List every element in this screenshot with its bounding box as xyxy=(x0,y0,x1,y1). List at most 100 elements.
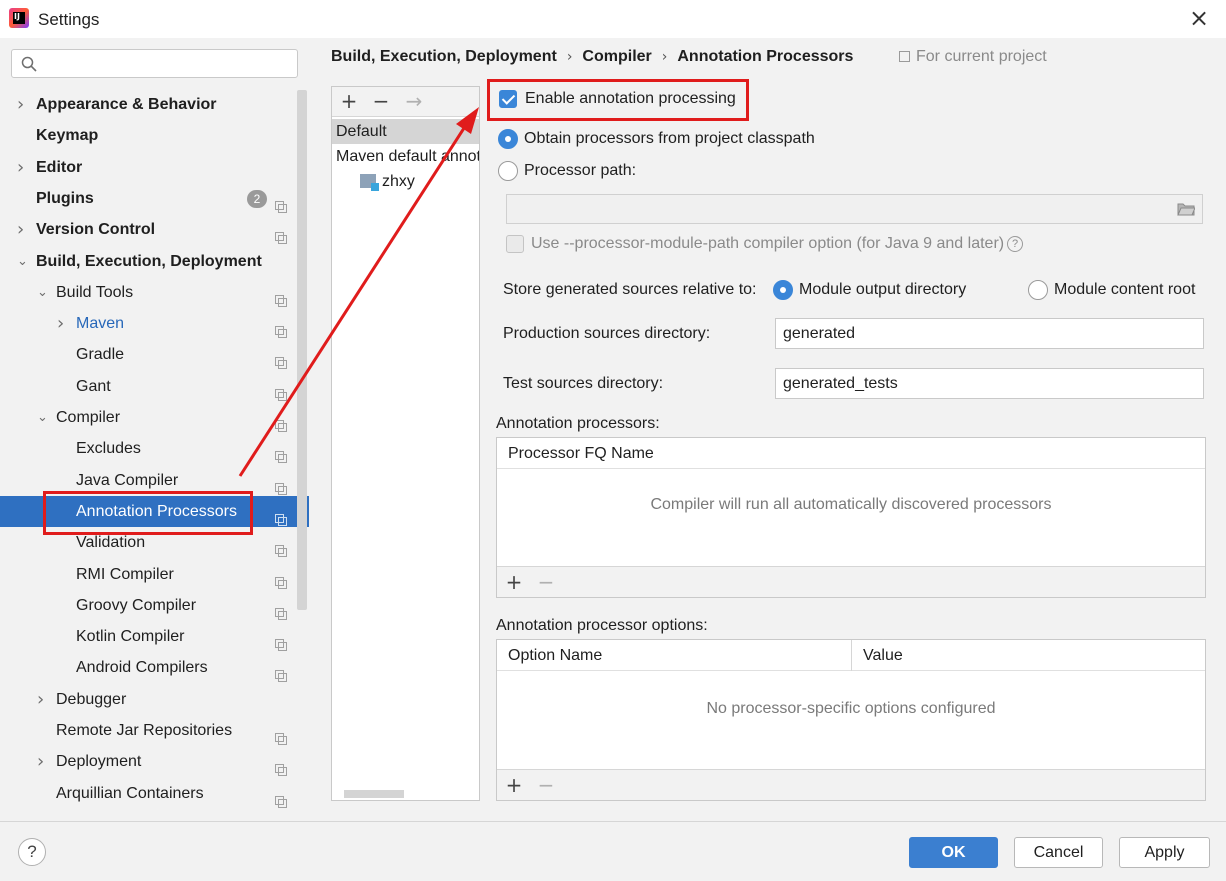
production-sources-input[interactable]: generated xyxy=(775,318,1204,349)
chevron-right-icon[interactable]: › xyxy=(17,214,31,245)
sidebar-item[interactable]: Plugins 2 xyxy=(0,183,309,214)
chevron-right-icon: › xyxy=(661,49,668,65)
folder-icon[interactable] xyxy=(1177,202,1195,216)
profile-item-maven[interactable]: Maven default annotation processors prof… xyxy=(332,144,479,169)
add-processor-button[interactable]: + xyxy=(503,570,525,594)
remove-option-button[interactable]: − xyxy=(535,773,557,797)
chevron-down-icon[interactable]: ⌄ xyxy=(37,277,51,308)
sidebar-item[interactable]: ⌄ Build, Execution, Deployment xyxy=(0,246,309,277)
sidebar-item[interactable]: Kotlin Compiler xyxy=(0,621,309,652)
sidebar-item[interactable]: RMI Compiler xyxy=(0,559,309,590)
add-profile-button[interactable]: + xyxy=(338,89,360,113)
chevron-down-icon[interactable]: ⌄ xyxy=(37,402,51,433)
chevron-down-icon[interactable]: ⌄ xyxy=(17,246,31,277)
project-scope-icon xyxy=(275,224,287,244)
obtain-classpath-radio[interactable] xyxy=(498,129,518,149)
sidebar-item[interactable]: Java Compiler xyxy=(0,465,309,496)
processor-path-radio[interactable] xyxy=(498,161,518,181)
enable-annotation-processing-checkbox[interactable] xyxy=(499,90,517,108)
search-icon xyxy=(21,56,37,72)
module-content-label: Module content root xyxy=(1054,281,1196,298)
sidebar-item-label: Arquillian Containers xyxy=(56,785,204,802)
breadcrumb-item: Annotation Processors xyxy=(677,48,854,65)
sidebar-item-label: Kotlin Compiler xyxy=(76,628,185,645)
sidebar-item[interactable]: › Appearance & Behavior xyxy=(0,89,309,120)
move-profile-button[interactable]: → xyxy=(403,89,425,113)
sidebar-item[interactable]: Groovy Compiler xyxy=(0,590,309,621)
sidebar-item[interactable]: › Deployment xyxy=(0,746,309,777)
help-button[interactable]: ? xyxy=(18,838,46,866)
sidebar-item[interactable]: Android Compilers xyxy=(0,652,309,683)
ok-button[interactable]: OK xyxy=(909,837,998,868)
sidebar-item[interactable]: Annotation Processors xyxy=(0,496,309,527)
add-option-button[interactable]: + xyxy=(503,773,525,797)
profile-label: Default xyxy=(336,123,387,140)
processor-path-input[interactable] xyxy=(506,194,1203,224)
sidebar-item[interactable]: Excludes xyxy=(0,433,309,464)
test-sources-input[interactable]: generated_tests xyxy=(775,368,1204,399)
content-panel: Build, Execution, Deployment › Compiler › An… xyxy=(309,38,1226,821)
project-scope-icon xyxy=(275,412,287,432)
module-output-label: Module output directory xyxy=(799,281,967,298)
profiles-scrollbar[interactable] xyxy=(344,790,404,798)
sidebar-item[interactable]: › Debugger xyxy=(0,684,309,715)
value-header[interactable]: Value xyxy=(863,640,903,671)
sidebar-item-label: RMI Compiler xyxy=(76,566,174,583)
sidebar-item-label: Plugins xyxy=(36,190,94,207)
project-scope-icon xyxy=(275,287,287,307)
project-scope-icon xyxy=(275,349,287,369)
option-name-header[interactable]: Option Name xyxy=(508,640,602,671)
sidebar-item-label: Annotation Processors xyxy=(76,503,237,520)
profile-item-module[interactable]: zhxy xyxy=(332,169,479,194)
help-icon[interactable]: ? xyxy=(1007,236,1024,252)
sidebar-item[interactable]: Validation xyxy=(0,527,309,558)
sidebar-item[interactable]: ⌄ Build Tools xyxy=(0,277,309,308)
processor-path-label: Processor path: xyxy=(524,162,637,179)
project-scope-icon xyxy=(275,569,287,589)
close-icon[interactable]: × xyxy=(1188,6,1210,30)
processor-options-table: Option Name Value No processor-specific … xyxy=(496,639,1206,801)
module-path-checkbox[interactable] xyxy=(506,235,524,253)
sidebar-item-label: Groovy Compiler xyxy=(76,597,197,614)
sidebar-item[interactable]: Remote Jar Repositories xyxy=(0,715,309,746)
chevron-right-icon[interactable]: › xyxy=(17,152,31,183)
processor-fq-name-header[interactable]: Processor FQ Name xyxy=(508,445,654,462)
sidebar-item-label: Remote Jar Repositories xyxy=(56,722,233,739)
module-content-radio[interactable] xyxy=(1028,280,1048,300)
sidebar-item-label: Gant xyxy=(76,378,111,395)
remove-processor-button[interactable]: − xyxy=(535,570,557,594)
sidebar-item[interactable]: › Maven xyxy=(0,308,309,339)
remove-profile-button[interactable]: − xyxy=(370,89,392,113)
sidebar-item[interactable]: › Version Control xyxy=(0,214,309,245)
sidebar-item[interactable]: ⌄ Compiler xyxy=(0,402,309,433)
sidebar-item[interactable]: Gant xyxy=(0,371,309,402)
sidebar-scrollbar[interactable] xyxy=(297,90,307,610)
module-output-radio[interactable] xyxy=(773,280,793,300)
apply-button[interactable]: Apply xyxy=(1119,837,1210,868)
chevron-right-icon[interactable]: › xyxy=(37,746,51,777)
search-input[interactable] xyxy=(11,49,298,78)
profiles-list: + − → Default Maven default annotation p… xyxy=(331,86,480,801)
sidebar-item[interactable]: Keymap xyxy=(0,120,309,151)
chevron-right-icon[interactable]: › xyxy=(17,89,31,120)
chevron-right-icon: › xyxy=(566,49,573,65)
window-title: Settings xyxy=(38,10,100,29)
for-current-project: For current project xyxy=(899,48,1047,66)
profile-item-default[interactable]: Default xyxy=(332,119,479,144)
sidebar-item-label: Deployment xyxy=(56,753,142,770)
sidebar-item-label: Version Control xyxy=(36,221,156,238)
chevron-right-icon[interactable]: › xyxy=(37,684,51,715)
sidebar-item[interactable]: Gradle xyxy=(0,339,309,370)
table-header: Processor FQ Name xyxy=(497,438,1205,469)
empty-options-text: No processor-specific options configured xyxy=(706,700,996,717)
column-divider[interactable] xyxy=(851,640,852,671)
project-scope-icon xyxy=(275,662,287,682)
intellij-idea-icon: IJ xyxy=(9,8,29,28)
cancel-button[interactable]: Cancel xyxy=(1014,837,1103,868)
sidebar-item[interactable]: › Editor xyxy=(0,152,309,183)
sidebar-item[interactable]: Arquillian Containers xyxy=(0,778,309,809)
sidebar-item-label: Editor xyxy=(36,159,83,176)
sidebar-item-label: Keymap xyxy=(36,127,99,144)
annotation-processors-title: Annotation processors: xyxy=(496,415,660,432)
chevron-right-icon[interactable]: › xyxy=(57,308,71,339)
